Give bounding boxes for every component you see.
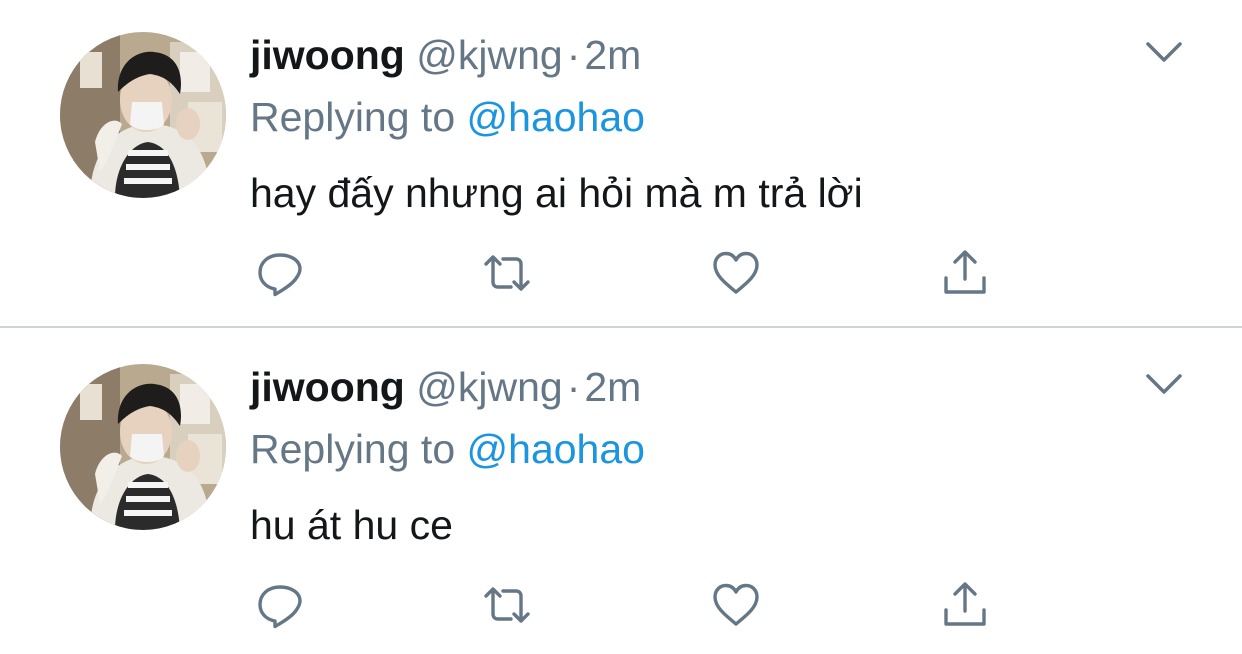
share-icon[interactable]: [940, 580, 990, 630]
tweet-text: hay đấy nhưng ai hỏi mà m trả lời: [250, 170, 863, 216]
tweet[interactable]: jiwoong @kjwng·2m Replying to @haohao hu…: [0, 328, 1242, 654]
tweet-text: hu át hu ce: [250, 502, 453, 548]
chevron-down-icon[interactable]: [1142, 368, 1186, 400]
separator-dot: ·: [566, 364, 581, 410]
replying-to-line: Replying to @haohao: [250, 92, 645, 142]
avatar[interactable]: [60, 364, 226, 530]
timestamp[interactable]: 2m: [584, 32, 641, 78]
chevron-down-icon[interactable]: [1142, 36, 1186, 68]
timestamp[interactable]: 2m: [584, 364, 641, 410]
heart-icon[interactable]: [711, 248, 761, 298]
tweet-header: jiwoong @kjwng·2m: [250, 30, 641, 80]
avatar[interactable]: [60, 32, 226, 198]
separator-dot: ·: [566, 32, 581, 78]
replying-to-label: Replying to: [250, 94, 456, 140]
retweet-icon[interactable]: [482, 248, 532, 298]
user-handle[interactable]: @kjwng: [416, 32, 562, 78]
tweet[interactable]: jiwoong @kjwng·2m Replying to @haohao ha…: [0, 0, 1242, 327]
replying-to-line: Replying to @haohao: [250, 424, 645, 474]
tweet-header: jiwoong @kjwng·2m: [250, 362, 641, 412]
display-name[interactable]: jiwoong: [250, 364, 405, 410]
heart-icon[interactable]: [711, 580, 761, 630]
replying-to-label: Replying to: [250, 426, 456, 472]
reply-icon[interactable]: [255, 248, 305, 298]
user-handle[interactable]: @kjwng: [416, 364, 562, 410]
replying-to-mention[interactable]: @haohao: [467, 94, 645, 140]
display-name[interactable]: jiwoong: [250, 32, 405, 78]
replying-to-mention[interactable]: @haohao: [467, 426, 645, 472]
share-icon[interactable]: [940, 248, 990, 298]
reply-icon[interactable]: [255, 580, 305, 630]
retweet-icon[interactable]: [482, 580, 532, 630]
